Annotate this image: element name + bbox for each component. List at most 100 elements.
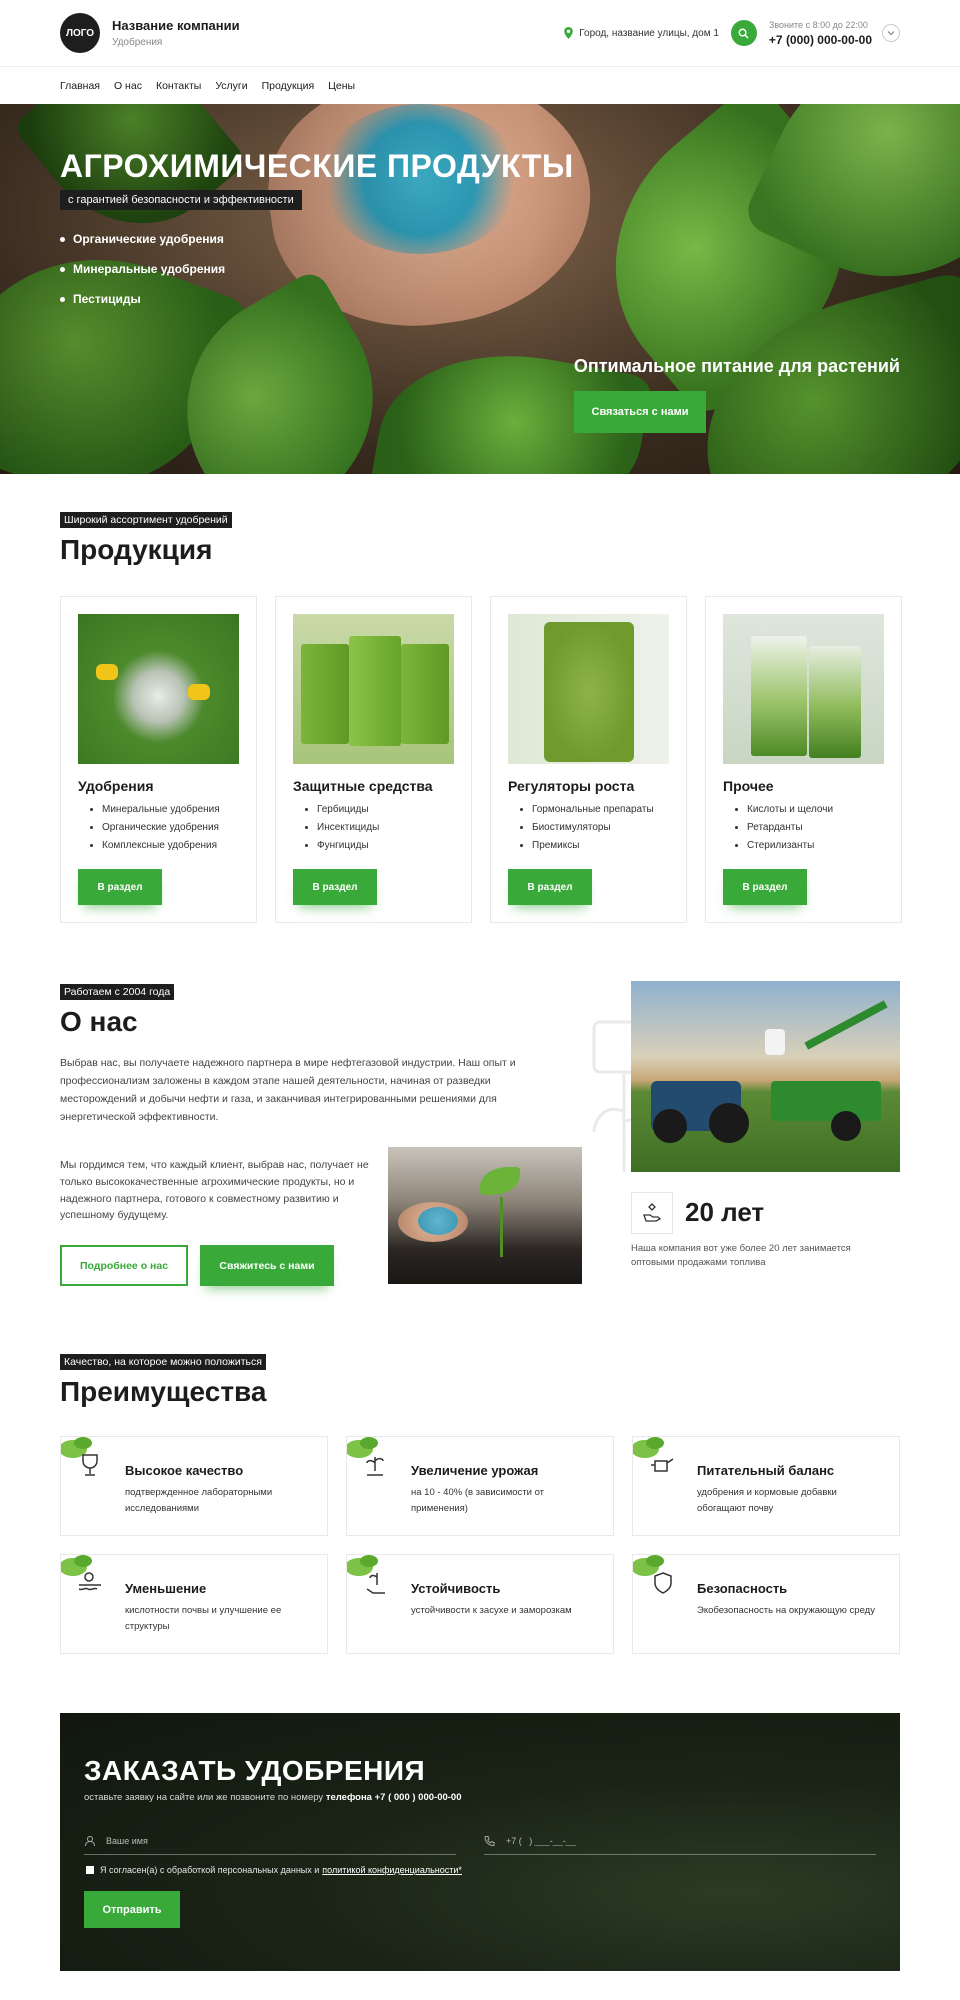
product-list-item: Органические удобрения	[102, 822, 239, 833]
advantage-text: удобрения и кормовые добавки обогащают п…	[697, 1487, 837, 1515]
product-section-button[interactable]: В раздел	[78, 869, 162, 905]
product-section-button[interactable]: В раздел	[293, 869, 377, 905]
soil-icon	[61, 1555, 101, 1591]
more-about-button[interactable]: Подробнее о нас	[60, 1245, 188, 1286]
product-list-item: Гормональные препараты	[532, 804, 669, 815]
products-header: Широкий ассортимент удобрений Продукция	[60, 510, 900, 566]
search-icon	[738, 28, 750, 39]
product-list: Гормональные препараты Биостимуляторы Пр…	[508, 804, 669, 851]
product-image	[293, 614, 454, 764]
product-section-button[interactable]: В раздел	[723, 869, 807, 905]
address-text: Город, название улицы, дом 1	[579, 27, 719, 39]
advantage-title: Высокое качество	[125, 1463, 244, 1478]
advantage-title: Безопасность	[697, 1581, 788, 1596]
advantage-card: Питательный баланс удобрения и кормовые …	[632, 1436, 900, 1536]
contact-us-about-button[interactable]: Свяжитесь с нами	[200, 1245, 334, 1286]
nav-item-home[interactable]: Главная	[60, 80, 100, 92]
product-list-item: Минеральные удобрения	[102, 804, 239, 815]
advantage-card: Безопасность Экобезопасность на окружающ…	[632, 1554, 900, 1654]
product-list-item: Инсектициды	[317, 822, 454, 833]
nav-item-about[interactable]: О нас	[114, 80, 142, 92]
phone-icon	[484, 1835, 495, 1846]
shield-leaf-icon	[633, 1555, 672, 1594]
product-list-item: Ретарданты	[747, 822, 884, 833]
site-header: ЛОГО Название компании Удобрения Город, …	[60, 0, 900, 66]
advantages-header: Качество, на которое можно положиться Пр…	[60, 1352, 900, 1408]
search-button[interactable]	[730, 20, 757, 46]
company-block: Название компании Удобрения	[112, 18, 240, 48]
hero-title: АГРОХИМИЧЕСКИЕ ПРОДУКТЫ	[60, 148, 574, 184]
name-field	[84, 1827, 456, 1855]
phone-block: Звоните с 8:00 до 22:00 +7 (000) 000-00-…	[769, 20, 872, 47]
hero-list-item: Пестициды	[60, 292, 225, 306]
product-card: Прочее Кислоты и щелочи Ретарданты Стери…	[705, 596, 902, 923]
product-name: Прочее	[723, 778, 774, 794]
hand-badge-icon	[631, 1192, 673, 1234]
privacy-policy-link[interactable]: политикой конфиденциальности*	[322, 1865, 462, 1875]
product-list-item: Премиксы	[532, 840, 669, 851]
section-title: Продукция	[60, 534, 213, 565]
submit-button[interactable]: Отправить	[84, 1891, 180, 1928]
product-name: Регуляторы роста	[508, 778, 635, 794]
product-card: Удобрения Минеральные удобрения Органиче…	[60, 596, 257, 923]
phone-field	[484, 1827, 876, 1855]
contact-us-button[interactable]: Связаться с нами	[574, 391, 706, 433]
seedling-image	[388, 1147, 582, 1284]
working-hours: Звоните с 8:00 до 22:00	[768, 19, 868, 30]
trophy-icon	[61, 1437, 98, 1476]
plant-hand-icon	[347, 1555, 385, 1594]
nav-item-services[interactable]: Услуги	[215, 80, 247, 92]
hero-list: Органические удобрения Минеральные удобр…	[60, 232, 225, 322]
header-right: Город, название улицы, дом 1 Звоните с 8…	[564, 20, 900, 47]
section-tag: Широкий ассортимент удобрений	[60, 512, 232, 528]
product-list-item: Гербициды	[317, 804, 454, 815]
product-card: Защитные средства Гербициды Инсектициды …	[275, 596, 472, 923]
hero-subtitle: с гарантией безопасности и эффективности	[60, 190, 302, 210]
address: Город, название улицы, дом 1	[564, 27, 719, 39]
product-list: Гербициды Инсектициды Фунгициды	[293, 804, 454, 851]
nav-item-contacts[interactable]: Контакты	[156, 80, 201, 92]
order-subtitle: оставьте заявку на сайте или же позвонит…	[84, 1792, 462, 1803]
product-list: Минеральные удобрения Органические удобр…	[78, 804, 239, 851]
user-icon	[85, 1835, 95, 1846]
product-name: Удобрения	[78, 778, 154, 794]
advantage-title: Увеличение урожая	[411, 1463, 539, 1478]
advantage-title: Питательный баланс	[697, 1463, 835, 1478]
advantage-card: Высокое качество подтвержденное лаборато…	[60, 1436, 328, 1536]
hero-cta-text: Оптимальное питание для растений	[573, 356, 900, 376]
advantage-card: Уменьшение кислотности почвы и улучшение…	[60, 1554, 328, 1654]
name-input[interactable]	[106, 1835, 456, 1846]
consent-checkbox[interactable]	[86, 1866, 94, 1874]
nav-item-products[interactable]: Продукция	[262, 80, 315, 92]
product-list-item: Кислоты и щелочи	[747, 804, 884, 815]
hero-list-item: Минеральные удобрения	[60, 262, 225, 276]
main-nav: Главная О нас Контакты Услуги Продукция …	[60, 67, 900, 104]
advantage-text: устойчивости к засухе и заморозкам	[411, 1605, 572, 1616]
watering-can-icon	[633, 1437, 674, 1472]
advantage-text: подтвержденное лабораторными исследовани…	[125, 1487, 273, 1515]
product-list-item: Стерилизанты	[747, 840, 884, 851]
nav-item-prices[interactable]: Цены	[328, 80, 355, 92]
product-list-item: Комплексные удобрения	[102, 840, 239, 851]
logo[interactable]: ЛОГО	[60, 13, 100, 53]
about-paragraph-2: Мы гордимся тем, что каждый клиент, выбр…	[60, 1159, 369, 1222]
order-phone[interactable]: телефона +7 ( 000 ) 000-00-00	[326, 1792, 462, 1803]
advantage-text: кислотности почвы и улучшение ее структу…	[125, 1605, 282, 1633]
product-image	[78, 614, 239, 764]
company-subtitle: Удобрения	[112, 37, 163, 48]
section-tag: Качество, на которое можно положиться	[60, 1354, 266, 1370]
order-title: ЗАКАЗАТЬ УДОБРЕНИЯ	[84, 1755, 426, 1786]
phone-dropdown-button[interactable]	[882, 24, 900, 42]
years-count: 20 лет	[685, 1197, 765, 1227]
product-image	[723, 614, 884, 764]
header-phone[interactable]: +7 (000) 000-00-00	[769, 33, 872, 47]
product-section-button[interactable]: В раздел	[508, 869, 592, 905]
tractor-image	[631, 981, 900, 1172]
consent-text: Я согласен(а) с обработкой персональных …	[100, 1865, 320, 1875]
advantages-grid: Высокое качество подтвержденное лаборато…	[60, 1436, 900, 1654]
section-title: Преимущества	[60, 1376, 267, 1407]
chevron-down-icon	[887, 31, 895, 36]
phone-input[interactable]	[506, 1835, 876, 1846]
order-form-section: ЗАКАЗАТЬ УДОБРЕНИЯ оставьте заявку на са…	[60, 1713, 900, 1971]
product-image	[508, 614, 669, 764]
